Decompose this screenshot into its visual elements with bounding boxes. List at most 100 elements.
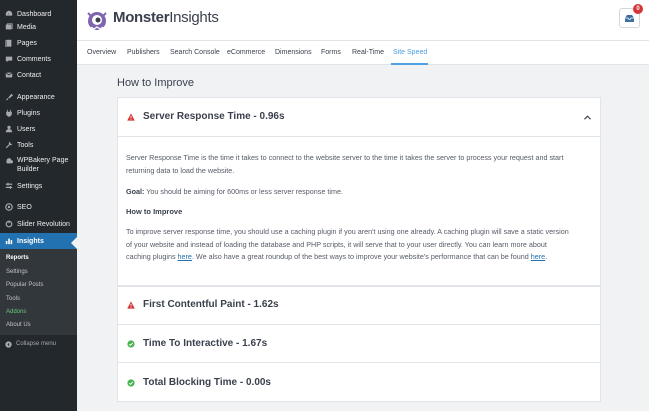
insights-icon bbox=[5, 237, 13, 245]
sidebar-item-label-wrap: WPBakery Page Builder bbox=[17, 156, 68, 174]
chevron-up-icon bbox=[584, 115, 591, 120]
media-icon bbox=[5, 23, 13, 31]
active-tab-indicator bbox=[391, 63, 428, 65]
admin-sidebar: Dashboard Media Pages Comments Contact A… bbox=[0, 0, 77, 411]
tab-real-time[interactable]: Real-Time bbox=[352, 49, 384, 56]
collapse-menu-label: Collapse menu bbox=[16, 341, 57, 347]
tab-publishers[interactable]: Publishers bbox=[127, 49, 160, 56]
description-line1: Server Response Time is the time it take… bbox=[126, 153, 564, 162]
panel-header-server-response[interactable]: Server Response Time - 0.96s bbox=[118, 98, 602, 137]
inbox-icon bbox=[625, 14, 634, 22]
sidebar-item-wpbakery[interactable]: WPBakery Page Builder bbox=[0, 154, 77, 178]
check-circle-icon bbox=[127, 379, 135, 387]
sidebar-item-label: Tools bbox=[17, 141, 34, 149]
goal-text: Goal: You should be aiming for 600ms or … bbox=[126, 186, 594, 199]
sidebar-item-slider-revolution[interactable]: Slider Revolution bbox=[0, 216, 77, 232]
plugin-header: MonsterInsights 0 bbox=[77, 0, 649, 40]
panel-divider bbox=[117, 136, 601, 137]
submenu-reports[interactable]: Reports bbox=[6, 255, 29, 261]
wrench-icon bbox=[5, 141, 13, 149]
sidebar-item-settings[interactable]: Settings bbox=[0, 178, 77, 194]
sidebar-item-insights[interactable]: Insights bbox=[0, 233, 77, 249]
how-to-improve-subheading: How to Improve bbox=[126, 207, 183, 216]
panel-title: Time To Interactive - 1.67s bbox=[143, 338, 268, 349]
sidebar-item-users[interactable]: Users bbox=[0, 121, 77, 137]
seo-icon bbox=[5, 203, 13, 211]
plugin-icon bbox=[5, 109, 13, 117]
sidebar-item-label: Pages bbox=[17, 39, 37, 47]
warning-icon bbox=[127, 113, 135, 121]
tab-dimensions[interactable]: Dimensions bbox=[275, 49, 312, 56]
tab-ecommerce[interactable]: eCommerce bbox=[227, 49, 265, 56]
brand-part1: Monster bbox=[113, 9, 170, 26]
brand-name: MonsterInsights bbox=[113, 9, 219, 26]
sidebar-item-tools[interactable]: Tools bbox=[0, 137, 77, 153]
description-text: Server Response Time is the time it take… bbox=[126, 152, 594, 177]
improve-line3c: . bbox=[545, 252, 548, 262]
notification-count-badge: 0 bbox=[633, 4, 643, 14]
sidebar-item-label: Slider Revolution bbox=[17, 220, 70, 228]
submenu-addons[interactable]: Addons bbox=[6, 309, 26, 315]
sidebar-item-appearance[interactable]: Appearance bbox=[0, 89, 77, 105]
improve-line1: To improve server response time, you sho… bbox=[126, 227, 569, 236]
sidebar-item-label: Plugins bbox=[17, 109, 40, 117]
sidebar-item-pages[interactable]: Pages bbox=[0, 35, 77, 51]
performance-roundup-link[interactable]: here bbox=[531, 252, 545, 261]
sidebar-item-label: Settings bbox=[17, 182, 43, 190]
tab-forms[interactable]: Forms bbox=[321, 49, 341, 56]
users-icon bbox=[5, 125, 13, 133]
improve-line3a: caching plugins bbox=[126, 252, 178, 262]
sidebar-item-label: Appearance bbox=[17, 93, 55, 101]
submenu-tools[interactable]: Tools bbox=[6, 296, 20, 302]
tab-search-console[interactable]: Search Console bbox=[170, 49, 220, 56]
wpbakery-icon bbox=[5, 157, 13, 165]
panel-title: Server Response Time - 0.96s bbox=[143, 111, 285, 122]
submenu-popular-posts[interactable]: Popular Posts bbox=[6, 282, 43, 288]
panel-total-blocking-time[interactable]: Total Blocking Time - 0.00s bbox=[117, 362, 601, 402]
sidebar-item-label: Media bbox=[17, 23, 37, 31]
submenu-settings[interactable]: Settings bbox=[6, 269, 28, 275]
sidebar-item-seo[interactable]: SEO bbox=[0, 199, 77, 215]
panel-time-to-interactive[interactable]: Time To Interactive - 1.67s bbox=[117, 324, 601, 363]
sidebar-item-plugins[interactable]: Plugins bbox=[0, 105, 77, 121]
sidebar-item-label: Users bbox=[17, 125, 36, 133]
panel-first-contentful-paint[interactable]: First Contentful Paint - 1.62s bbox=[117, 286, 601, 325]
paintbrush-icon bbox=[5, 93, 13, 101]
tab-overview[interactable]: Overview bbox=[87, 49, 116, 56]
sidebar-item-label: Insights bbox=[17, 237, 44, 245]
goal-value: You should be aiming for 600ms or less s… bbox=[144, 187, 343, 196]
panel-title: Total Blocking Time - 0.00s bbox=[143, 377, 271, 388]
tab-site-speed[interactable]: Site Speed bbox=[393, 49, 427, 56]
sidebar-item-label: Contact bbox=[17, 71, 42, 79]
insights-submenu: Reports Settings Popular Posts Tools Add… bbox=[0, 249, 77, 335]
sidebar-item-label-line1: WPBakery Page bbox=[17, 157, 69, 164]
report-tabs: Overview Publishers Search Console eComm… bbox=[77, 40, 649, 65]
comments-icon bbox=[5, 55, 13, 63]
check-circle-icon bbox=[127, 340, 135, 348]
pages-icon bbox=[5, 39, 13, 47]
collapse-icon bbox=[5, 340, 12, 348]
dashboard-icon bbox=[5, 10, 13, 18]
sidebar-item-label-line2: Builder bbox=[17, 166, 39, 173]
settings-icon bbox=[5, 182, 13, 190]
monsterinsights-logo-icon bbox=[87, 12, 107, 30]
mail-icon bbox=[5, 71, 13, 79]
improve-line3b: . We also have a great roundup of the be… bbox=[191, 252, 531, 262]
brand-part2: Insights bbox=[169, 9, 219, 26]
caching-plugins-link[interactable]: here bbox=[178, 252, 192, 261]
warning-icon bbox=[127, 301, 135, 309]
panel-title: First Contentful Paint - 1.62s bbox=[143, 299, 279, 310]
goal-label: Goal: bbox=[126, 187, 145, 196]
sidebar-item-media[interactable]: Media bbox=[0, 19, 77, 35]
sidebar-item-label: Comments bbox=[17, 55, 51, 63]
section-title: How to Improve bbox=[117, 77, 195, 89]
improve-text: To improve server response time, you sho… bbox=[126, 226, 594, 264]
sidebar-item-contact[interactable]: Contact bbox=[0, 67, 77, 83]
sidebar-item-comments[interactable]: Comments bbox=[0, 51, 77, 67]
sidebar-item-label: SEO bbox=[17, 203, 32, 211]
sidebar-item-label: Dashboard bbox=[17, 10, 52, 18]
submenu-about-us[interactable]: About Us bbox=[6, 322, 31, 328]
slider-icon bbox=[5, 220, 13, 228]
collapse-menu-button[interactable]: Collapse menu bbox=[0, 337, 77, 351]
description-line2: returning data to load the website. bbox=[126, 165, 235, 175]
